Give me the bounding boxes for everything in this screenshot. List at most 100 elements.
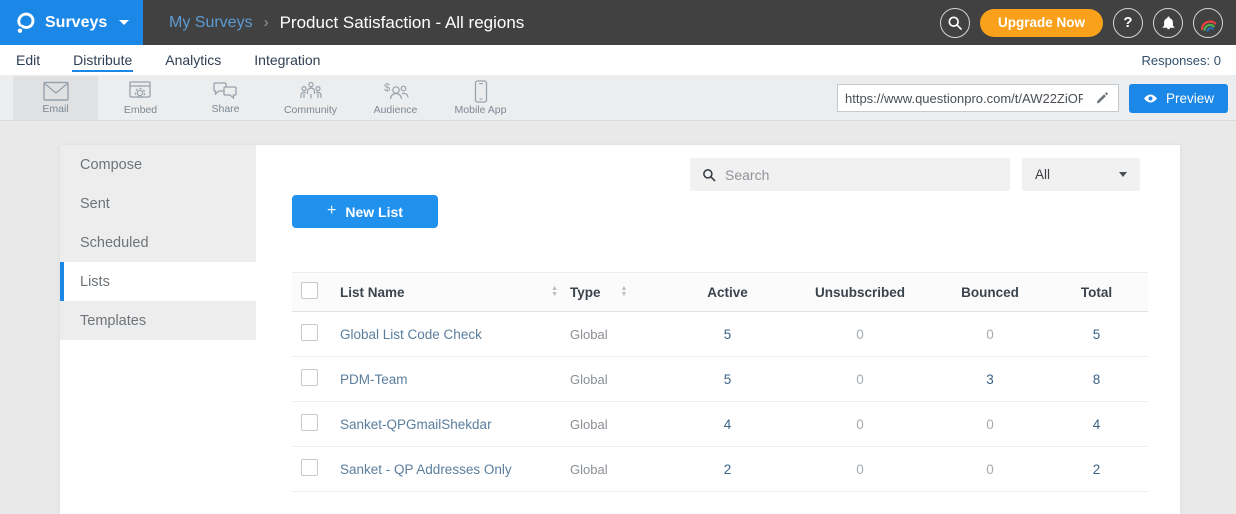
sort-icon[interactable]: ▲▼ — [551, 286, 558, 298]
row-checkbox[interactable] — [301, 414, 318, 431]
search-box — [690, 158, 1010, 191]
list-name-link[interactable]: PDM-Team — [340, 372, 408, 387]
new-list-button[interactable]: + New List — [292, 195, 438, 228]
search-icon — [702, 168, 716, 182]
share-icon — [213, 81, 238, 102]
header-actions: Upgrade Now ? — [940, 8, 1236, 38]
active-count[interactable]: 2 — [670, 462, 785, 477]
row-checkbox[interactable] — [301, 324, 318, 341]
select-all-checkbox[interactable] — [301, 282, 318, 299]
email-lists-table: List Name ▲▼ Type ▲▼ Active Unsubscribed… — [292, 272, 1148, 492]
row-checkbox[interactable] — [301, 369, 318, 386]
avatar[interactable] — [1193, 8, 1223, 38]
preview-button-label: Preview — [1166, 91, 1214, 106]
content-area: Compose Sent Scheduled Lists — [0, 121, 1236, 514]
bounced-count: 0 — [935, 462, 1045, 477]
top-header: Surveys My Surveys › Product Satisfactio… — [0, 0, 1236, 45]
active-count[interactable]: 5 — [670, 372, 785, 387]
list-type-value: Global — [570, 327, 608, 342]
lists-main: All + New List List Name — [256, 145, 1180, 514]
table-row: Sanket - QP Addresses Only Global 2 0 0 … — [292, 447, 1148, 492]
audience-icon: $ — [383, 81, 409, 103]
list-type-value: Global — [570, 372, 608, 387]
help-button[interactable]: ? — [1113, 8, 1143, 38]
list-name-link[interactable]: Sanket-QPGmailShekdar — [340, 417, 492, 432]
breadcrumb-separator: › — [264, 14, 269, 31]
nav-tab[interactable]: Integration — [253, 48, 321, 72]
total-count[interactable]: 8 — [1045, 372, 1148, 387]
email-lists-panel: Compose Sent Scheduled Lists — [60, 145, 1180, 514]
edit-url-pencil-icon[interactable] — [1090, 92, 1114, 105]
search-icon[interactable] — [940, 8, 970, 38]
sidebar-item[interactable]: Templates — [60, 301, 256, 340]
sidebar-item-label: Compose — [80, 157, 142, 173]
preview-button[interactable]: Preview — [1129, 84, 1228, 113]
responses-count: Responses: 0 — [1142, 53, 1222, 68]
notifications-bell-button[interactable] — [1153, 8, 1183, 38]
row-checkbox[interactable] — [301, 459, 318, 476]
unsubscribed-count: 0 — [785, 417, 935, 432]
toolbar-item-label: Embed — [124, 104, 157, 116]
app-window: Surveys My Surveys › Product Satisfactio… — [0, 0, 1236, 514]
search-input[interactable] — [725, 167, 998, 183]
table-row: Sanket-QPGmailShekdar Global 4 0 0 4 — [292, 402, 1148, 447]
sidebar-item-label: Lists — [80, 274, 110, 290]
nav-tab[interactable]: Edit — [15, 48, 41, 72]
sidebar-item[interactable]: Scheduled — [60, 223, 256, 262]
col-header-active: Active — [670, 285, 785, 300]
col-header-unsubscribed: Unsubscribed — [785, 285, 935, 300]
bounced-count: 0 — [935, 327, 1045, 342]
bounced-count[interactable]: 3 — [935, 372, 1045, 387]
sidebar-item-label: Sent — [80, 196, 110, 212]
nav-tab[interactable]: Analytics — [164, 48, 222, 72]
section-nav: Edit Distribute Analytics Integration Re… — [0, 45, 1236, 76]
sort-icon[interactable]: ▲▼ — [621, 286, 628, 298]
survey-title: Product Satisfaction - All regions — [280, 13, 525, 33]
col-header-bounced: Bounced — [935, 285, 1045, 300]
sidebar-item[interactable]: Compose — [60, 145, 256, 184]
list-type-filter-dropdown[interactable]: All — [1022, 158, 1140, 191]
questionpro-logo-icon — [15, 11, 36, 34]
toolbar-item-community[interactable]: Community — [268, 76, 353, 120]
table-header-row: List Name ▲▼ Type ▲▼ Active Unsubscribed… — [292, 272, 1148, 312]
toolbar-item-mobile-app[interactable]: Mobile App — [438, 76, 523, 120]
total-count[interactable]: 2 — [1045, 462, 1148, 477]
toolbar-item-email[interactable]: Email — [13, 76, 98, 120]
nav-tab[interactable]: Distribute — [72, 48, 133, 72]
unsubscribed-count: 0 — [785, 462, 935, 477]
sidebar-item-label: Scheduled — [80, 235, 149, 251]
chevron-down-icon — [1119, 172, 1127, 177]
toolbar-item-embed[interactable]: Embed — [98, 76, 183, 120]
list-type-value: Global — [570, 462, 608, 477]
mobile-app-icon — [474, 80, 488, 103]
list-name-link[interactable]: Global List Code Check — [340, 327, 482, 342]
toolbar-item-label: Community — [284, 104, 337, 116]
upgrade-now-button[interactable]: Upgrade Now — [980, 9, 1103, 37]
active-count[interactable]: 4 — [670, 417, 785, 432]
chevron-down-icon — [119, 20, 129, 25]
email-sidebar: Compose Sent Scheduled Lists — [60, 145, 256, 514]
avatar-logo-icon — [1196, 11, 1220, 35]
table-body: Global List Code Check Global 5 0 0 5 — [292, 312, 1148, 492]
sidebar-item[interactable]: Sent — [60, 184, 256, 223]
toolbar-item-label: Audience — [374, 104, 418, 116]
list-name-link[interactable]: Sanket - QP Addresses Only — [340, 462, 512, 477]
active-count[interactable]: 5 — [670, 327, 785, 342]
total-count[interactable]: 4 — [1045, 417, 1148, 432]
breadcrumb-my-surveys-link[interactable]: My Surveys — [169, 14, 253, 32]
sidebar-item[interactable]: Lists — [60, 262, 256, 301]
unsubscribed-count: 0 — [785, 327, 935, 342]
list-type-value: Global — [570, 417, 608, 432]
bounced-count: 0 — [935, 417, 1045, 432]
toolbar-item-label: Mobile App — [455, 104, 507, 116]
question-mark-icon: ? — [1123, 14, 1132, 31]
col-header-list-name[interactable]: List Name — [340, 285, 405, 300]
svg-text:$: $ — [384, 82, 390, 94]
table-row: PDM-Team Global 5 0 3 8 — [292, 357, 1148, 402]
col-header-type[interactable]: Type — [570, 285, 601, 300]
total-count[interactable]: 5 — [1045, 327, 1148, 342]
survey-url-input[interactable] — [838, 91, 1090, 106]
toolbar-item-audience[interactable]: $ Audience — [353, 76, 438, 120]
surveys-product-menu[interactable]: Surveys — [0, 0, 143, 45]
toolbar-item-share[interactable]: Share — [183, 76, 268, 120]
